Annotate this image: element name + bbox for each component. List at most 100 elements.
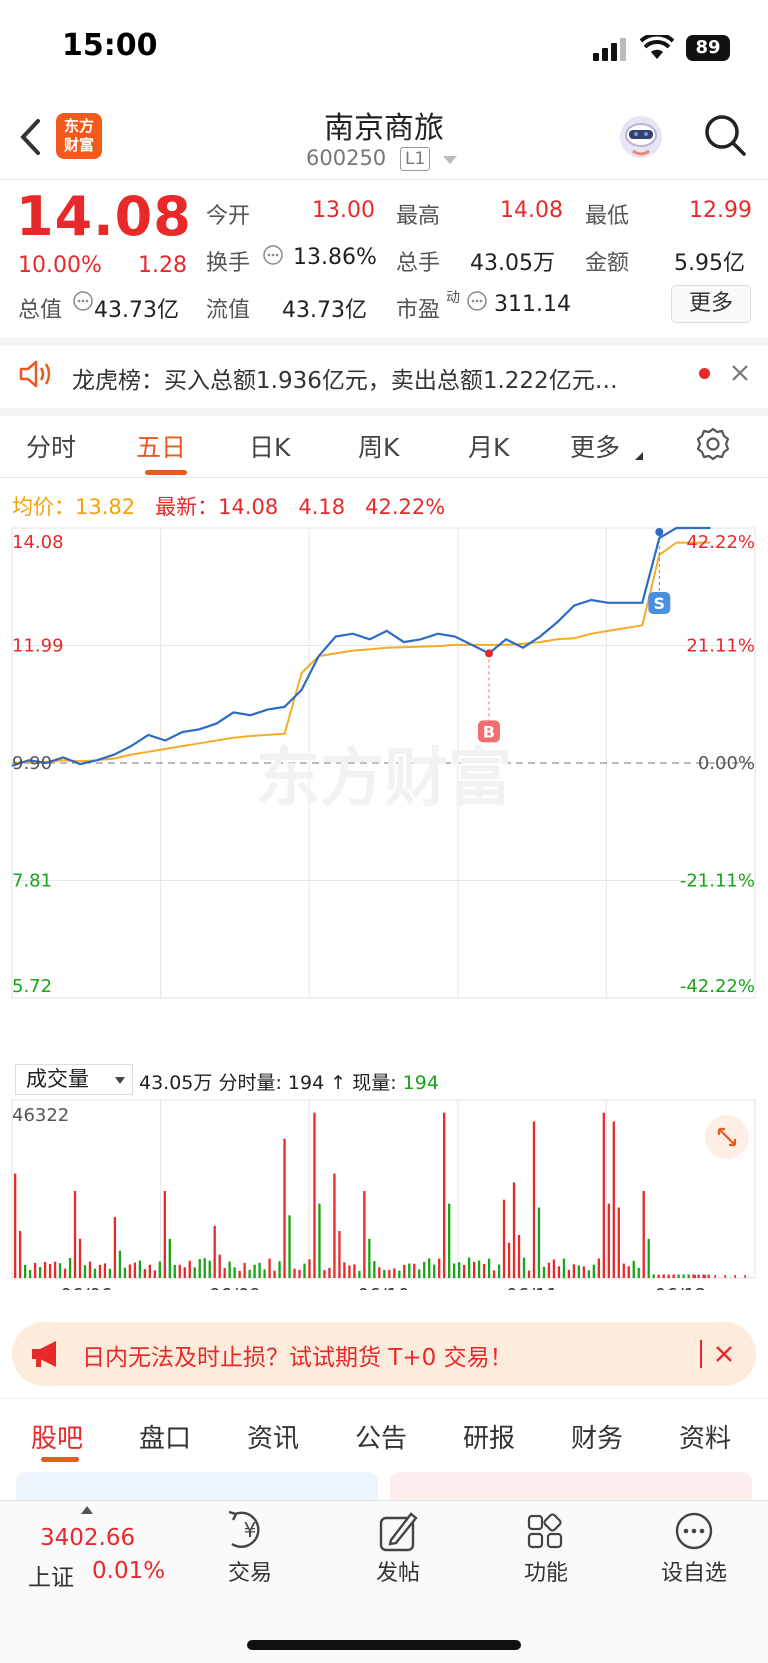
volume-bar [744, 1275, 746, 1278]
volume-bar [298, 1269, 301, 1278]
close-icon[interactable] [731, 364, 749, 382]
volume-bar [413, 1263, 416, 1278]
volume-bar [63, 1268, 67, 1278]
volume-bar [14, 1173, 17, 1278]
turnover-label: 换手 [206, 251, 251, 276]
volume-bar [243, 1262, 246, 1278]
volume-bar [23, 1264, 27, 1278]
volume-bar [662, 1274, 665, 1278]
volume-bar [408, 1263, 411, 1278]
dropdown-icon[interactable] [634, 451, 644, 461]
compose-icon[interactable] [353, 1506, 443, 1556]
volume-bar [303, 1263, 306, 1278]
pct-axis-label: 0.00% [698, 753, 755, 774]
volume-bar [253, 1264, 256, 1278]
volume-bar [597, 1258, 600, 1278]
info-icon[interactable] [466, 290, 488, 312]
level-badge[interactable]: L1 [400, 147, 431, 171]
volume-bar [128, 1264, 132, 1278]
pct-axis-label: 42.22% [686, 532, 755, 553]
tab-intraday[interactable]: 分时 [26, 428, 76, 464]
watermark: 东方财富 [256, 742, 512, 816]
tab-five-day[interactable]: 五日 [136, 428, 186, 464]
tab-pankou[interactable]: 盘口 [139, 1418, 191, 1455]
tab-announcement[interactable]: 公告 [355, 1418, 407, 1455]
volume-bar [178, 1264, 181, 1278]
volume-bar [378, 1267, 381, 1278]
change-amount: 1.28 [138, 253, 187, 278]
price-axis-label: 7.81 [12, 871, 52, 892]
battery-indicator: 89 [686, 35, 730, 61]
tab-daily-k[interactable]: 日K [249, 428, 290, 464]
five-day-chart[interactable]: 东方财富 BS 14.0811.999.907.815.72 42.22%21.… [0, 520, 768, 1290]
close-icon[interactable] [715, 1345, 733, 1363]
index-name[interactable]: 上证 [28, 1558, 74, 1592]
volume-bar [714, 1275, 716, 1278]
robot-assistant-icon[interactable] [617, 113, 665, 161]
volume-value: 43.05万 [470, 251, 555, 276]
settings-icon[interactable] [695, 426, 731, 462]
expand-button[interactable] [705, 1115, 749, 1159]
dropdown-icon[interactable] [442, 155, 458, 165]
status-time: 15:00 [62, 28, 158, 63]
price-axis-label: 11.99 [12, 636, 64, 657]
tab-guba[interactable]: 股吧 [31, 1418, 83, 1455]
volume-bar [33, 1262, 37, 1278]
volume-bar [477, 1260, 481, 1278]
promo-text[interactable]: 日内无法及时止损？试试期货 T+0 交易！ [82, 1338, 513, 1372]
volume-bar [694, 1275, 696, 1278]
volume-bar [704, 1275, 706, 1278]
volume-bar [238, 1270, 241, 1278]
volume-bar [228, 1261, 231, 1278]
high-label: 最高 [396, 204, 441, 229]
tab-research[interactable]: 研报 [463, 1418, 515, 1455]
volume-bar [43, 1261, 47, 1278]
notice-text[interactable]: 龙虎榜：买入总额1.936亿元，卖出总额1.222亿元… [72, 361, 618, 395]
volume-bar [622, 1263, 625, 1278]
volume-bar [512, 1182, 516, 1278]
tab-monthly-k[interactable]: 月K [468, 428, 509, 464]
volume-bar [143, 1269, 147, 1278]
volume-bar [607, 1203, 610, 1278]
date-axis-label: 06/12 [655, 1285, 707, 1290]
volume-bar [18, 1231, 22, 1278]
volume-bar [338, 1231, 341, 1278]
volume-selector[interactable]: 成交量 [15, 1064, 133, 1095]
tab-news[interactable]: 资讯 [247, 1418, 299, 1455]
info-icon[interactable] [72, 290, 94, 312]
volume-bar [53, 1261, 57, 1278]
index-value[interactable]: 3402.66 [40, 1525, 135, 1551]
volume-bar [532, 1121, 536, 1278]
tab-more[interactable]: 更多 [570, 428, 620, 464]
volume-bar [183, 1267, 186, 1278]
tab-profile[interactable]: 资料 [679, 1418, 731, 1455]
low-value: 12.99 [689, 198, 752, 223]
price-axis-label: 5.72 [12, 976, 52, 997]
collapse-arrow-icon[interactable] [80, 1505, 94, 1515]
search-icon[interactable] [703, 113, 747, 157]
header-divider [0, 179, 768, 180]
volume-bar [73, 1191, 77, 1278]
tab-finance[interactable]: 财务 [571, 1418, 623, 1455]
volume-bar [572, 1264, 576, 1278]
more-dots-icon[interactable] [649, 1506, 739, 1556]
volume-bar [507, 1242, 511, 1278]
speaker-icon [19, 360, 51, 388]
volume-bar [293, 1268, 296, 1278]
nav-trade[interactable]: 交易 [205, 1555, 295, 1587]
volume-bar [632, 1260, 635, 1278]
nav-add-watchlist[interactable]: 设自选 [649, 1555, 739, 1587]
nav-functions[interactable]: 功能 [501, 1555, 591, 1587]
volume-bar [118, 1250, 122, 1278]
info-icon[interactable] [262, 244, 284, 266]
volume-bar [428, 1258, 431, 1278]
tab-weekly-k[interactable]: 周K [358, 428, 399, 464]
active-tab-indicator [41, 1457, 79, 1462]
volume-bar [233, 1267, 236, 1278]
apps-icon[interactable] [501, 1506, 591, 1556]
trade-icon[interactable]: ¥ [205, 1506, 295, 1556]
index-pct[interactable]: 0.01% [92, 1558, 165, 1584]
megaphone-icon [32, 1341, 56, 1367]
nav-post[interactable]: 发帖 [353, 1555, 443, 1587]
more-button[interactable]: 更多 [671, 285, 751, 323]
